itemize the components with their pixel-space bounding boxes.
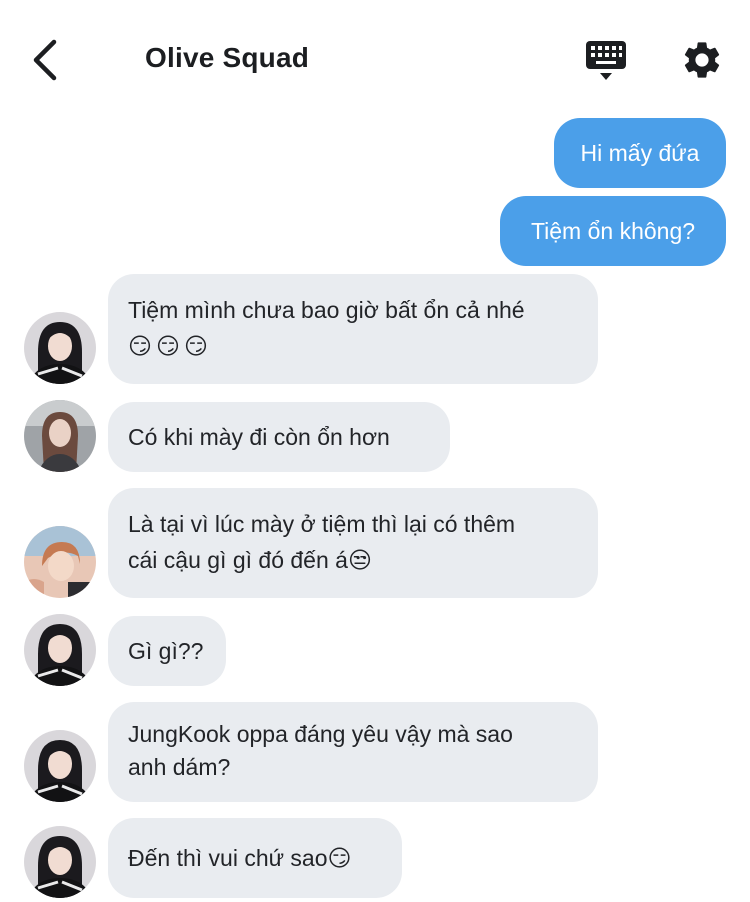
chevron-left-icon — [33, 39, 57, 81]
message-text-line: anh dám? — [128, 754, 231, 780]
message-text: Gì gì?? — [128, 638, 204, 664]
avatar[interactable] — [24, 526, 96, 598]
avatar[interactable] — [24, 400, 96, 472]
incoming-message[interactable]: Là tại vì lúc mày ở tiệm thì lại có thêm… — [108, 488, 598, 598]
conversation-title: Olive Squad — [145, 42, 310, 73]
message-text-line: JungKook oppa đáng yêu vậy mà sao — [128, 721, 513, 747]
keyboard-button[interactable] — [584, 38, 628, 82]
avatar-image — [24, 730, 96, 802]
outgoing-message[interactable]: Tiệm ổn không? — [500, 196, 726, 266]
message-text-line: Là tại vì lúc mày ở tiệm thì lại có thêm — [128, 511, 516, 537]
avatar-image — [24, 400, 96, 472]
avatar-image — [24, 526, 96, 598]
avatar[interactable] — [24, 826, 96, 898]
message-text: Tiệm ổn không? — [530, 218, 696, 244]
avatar-image — [24, 614, 96, 686]
keyboard-icon — [586, 41, 626, 80]
gear-icon — [684, 42, 720, 78]
message-text-line: 😏😏😏 — [128, 333, 212, 359]
outgoing-message[interactable]: Hi mấy đứa — [554, 118, 726, 188]
avatar[interactable] — [24, 312, 96, 384]
avatar[interactable] — [24, 730, 96, 802]
back-button[interactable] — [26, 36, 66, 84]
message-text: Có khi mày đi còn ổn hơn — [128, 424, 390, 450]
avatar[interactable] — [24, 614, 96, 686]
message-text-line: Tiệm mình chưa bao giờ bất ổn cả nhé — [128, 297, 525, 323]
message-text: Hi mấy đứa — [580, 140, 700, 166]
avatar-image — [24, 826, 96, 898]
chat-header: Olive Squad — [0, 0, 750, 118]
avatar-image — [24, 312, 96, 384]
message-text: Đến thì vui chứ sao😏 — [128, 845, 352, 871]
incoming-message[interactable]: Gì gì?? — [108, 616, 226, 686]
incoming-message[interactable]: Tiệm mình chưa bao giờ bất ổn cả nhé 😏😏😏 — [108, 274, 598, 384]
settings-button[interactable] — [680, 38, 724, 82]
message-text-line: cái cậu gì gì đó đến á😒 — [128, 547, 372, 573]
incoming-message[interactable]: Đến thì vui chứ sao😏 — [108, 818, 402, 898]
incoming-message[interactable]: Có khi mày đi còn ổn hơn — [108, 402, 450, 472]
incoming-message[interactable]: JungKook oppa đáng yêu vậy mà sao anh dá… — [108, 702, 598, 802]
